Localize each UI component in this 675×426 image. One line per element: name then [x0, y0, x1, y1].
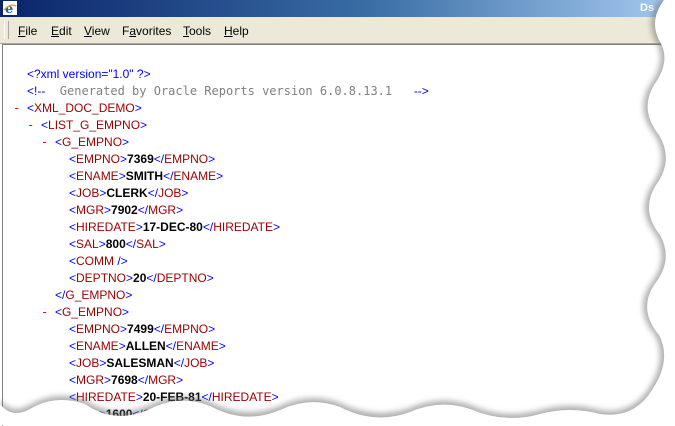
field-ename: <ENAME>ALLEN</ENAME>: [69, 339, 226, 353]
xml-comment: <!-- Generated by Oracle Reports version…: [27, 84, 429, 98]
field-value: ALLEN: [125, 339, 166, 353]
menu-edit[interactable]: Edit: [51, 24, 72, 38]
field-empno: <EMPNO>7369</EMPNO>: [69, 152, 216, 166]
tag-name: ENAME: [173, 169, 217, 183]
field-value: 20: [133, 271, 147, 285]
tag-name: MGR: [76, 373, 105, 387]
toolbar-grip[interactable]: [4, 21, 9, 39]
list-element: - <LIST_G_EMPNO>: [27, 118, 148, 132]
tag-name: G_EMPNO: [62, 135, 123, 149]
tag-name: DEPTNO: [156, 271, 207, 285]
window-title: Ds: [640, 2, 655, 14]
tag-name: JOB: [76, 186, 100, 200]
tag-name: EMPNO: [76, 152, 121, 166]
tag-name: COMM: [76, 254, 118, 268]
field-hiredate: <HIREDATE>20-FEB-81</HIREDATE>: [69, 390, 279, 404]
tag-name: HIREDATE: [76, 220, 136, 234]
menu-file[interactable]: File: [18, 24, 37, 38]
field-sal: <SAL>1600</SAL>: [69, 407, 173, 421]
tag-name: G_EMPNO: [65, 288, 126, 302]
xml-declaration: <?xml version="1.0" ?>: [27, 67, 151, 81]
tag-name: ENAME: [76, 169, 119, 183]
collapse-toggle[interactable]: -: [27, 118, 41, 133]
tag-name: DEPTNO: [76, 271, 127, 285]
field-value: 800: [105, 237, 126, 251]
tag-name: MGR: [76, 203, 105, 217]
field-empno: <EMPNO>7499</EMPNO>: [69, 322, 216, 336]
field-sal: <SAL>800</SAL>: [69, 237, 166, 251]
xml-document-view: <?xml version="1.0" ?> <!-- Generated by …: [2, 44, 674, 426]
group-close: </G_EMPNO>: [55, 288, 133, 302]
tag-name: LIST_G_EMPNO: [48, 118, 141, 132]
menu-bar: File Edit View Favorites Tools Help: [0, 17, 675, 44]
field-value: 17-DEC-80: [142, 220, 203, 234]
tag-name: JOB: [76, 356, 100, 370]
menu-help[interactable]: Help: [224, 24, 249, 38]
field-job: <JOB>CLERK</JOB>: [69, 186, 189, 200]
field-mgr: <MGR>7698</MGR>: [69, 373, 184, 387]
field-deptno: <DEPTNO>20</DEPTNO>: [69, 271, 214, 285]
group-open: - <G_EMPNO>: [41, 135, 130, 149]
tag-name: SAL: [76, 407, 99, 421]
field-value: 1600: [105, 407, 133, 421]
field-mgr: <MGR>7902</MGR>: [69, 203, 184, 217]
internet-explorer-icon: e: [3, 1, 17, 15]
tag-name: EMPNO: [164, 322, 209, 336]
field-value: 7902: [111, 203, 138, 217]
menu-view[interactable]: View: [84, 24, 110, 38]
tag-name: MGR: [148, 203, 177, 217]
tag-name: SAL: [142, 407, 166, 421]
tag-name: HIREDATE: [213, 220, 273, 234]
collapse-toggle[interactable]: -: [41, 135, 55, 150]
tag-name: SAL: [76, 237, 99, 251]
tag-name: JOB: [184, 356, 208, 370]
field-value: SMITH: [125, 169, 164, 183]
field-empty: <COMM />: [69, 254, 128, 268]
tag-name: XML_DOC_DEMO: [34, 101, 135, 115]
tag-name: EMPNO: [164, 152, 209, 166]
field-value: 7499: [127, 322, 154, 336]
field-value: SALESMAN: [106, 356, 174, 370]
title-bar: e Ds: [0, 0, 675, 17]
field-hiredate: <HIREDATE>17-DEC-80</HIREDATE>: [69, 220, 281, 234]
field-value: CLERK: [106, 186, 148, 200]
menu-favorites[interactable]: Favorites: [122, 24, 171, 38]
field-job: <JOB>SALESMAN</JOB>: [69, 356, 215, 370]
tag-name: EMPNO: [76, 322, 121, 336]
tag-name: JOB: [158, 186, 182, 200]
tag-name: HIREDATE: [211, 390, 272, 404]
tag-name: HIREDATE: [76, 390, 136, 404]
tag-name: ENAME: [76, 339, 119, 353]
root-element: - <XML_DOC_DEMO>: [13, 101, 142, 115]
menu-tools[interactable]: Tools: [183, 24, 211, 38]
field-value: 7698: [111, 373, 138, 387]
tag-name: MGR: [148, 373, 177, 387]
group-open: - <G_EMPNO>: [41, 305, 130, 319]
tag-name: G_EMPNO: [62, 305, 123, 319]
field-value: 20-FEB-81: [142, 390, 202, 404]
collapse-toggle[interactable]: -: [13, 101, 27, 116]
field-ename: <ENAME>SMITH</ENAME>: [69, 169, 224, 183]
collapse-toggle[interactable]: -: [41, 305, 55, 320]
field-value: 7369: [127, 152, 154, 166]
tag-name: ENAME: [176, 339, 219, 353]
tag-name: SAL: [136, 237, 159, 251]
